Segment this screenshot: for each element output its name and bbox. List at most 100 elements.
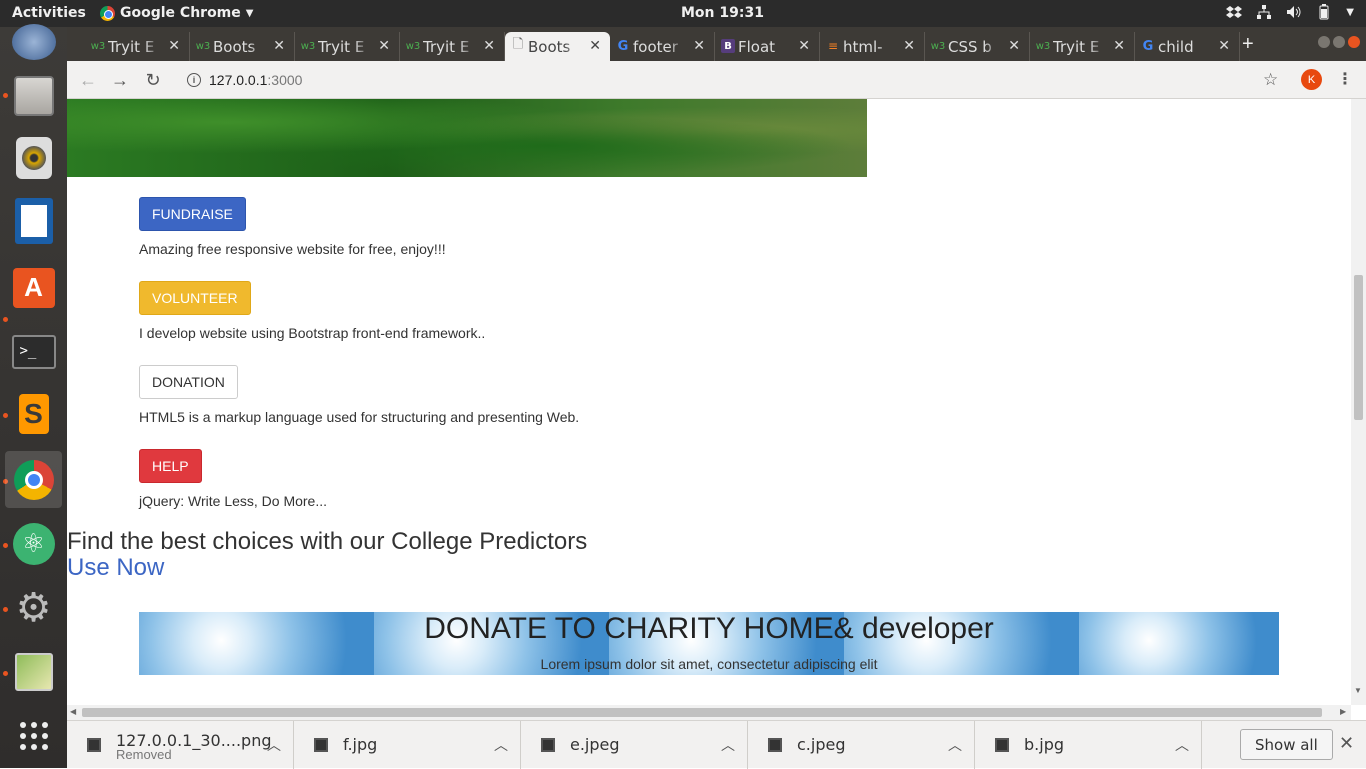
system-tray[interactable]: ▼ bbox=[1226, 4, 1354, 20]
software-center-icon: A bbox=[12, 267, 55, 308]
system-menu-chevron-icon[interactable]: ▼ bbox=[1346, 7, 1354, 18]
reload-icon[interactable]: ↻ bbox=[142, 69, 164, 91]
close-tab-icon[interactable]: ✕ bbox=[1113, 38, 1125, 54]
network-icon[interactable] bbox=[1256, 4, 1272, 20]
download-item[interactable]: e.jpeg ︿ bbox=[521, 721, 748, 769]
app-menu[interactable]: Google Chrome ▼ bbox=[100, 5, 253, 21]
horizontal-scroll-thumb[interactable] bbox=[82, 708, 1322, 717]
tab-title: Tryit E bbox=[1053, 37, 1100, 56]
minimize-icon[interactable] bbox=[1318, 36, 1330, 48]
tab[interactable]: B Float ✕ bbox=[715, 32, 820, 61]
info-icon[interactable]: i bbox=[187, 73, 201, 87]
tab-strip: w3 Tryit E ✕ w3 Boots ✕ w3 Tryit E ✕ w3 Tryit E… bbox=[67, 27, 1366, 61]
address-bar[interactable]: i 127.0.0.1:3000 bbox=[175, 65, 1265, 95]
tab[interactable]: w3 Tryit E ✕ bbox=[400, 32, 505, 61]
download-filename: b.jpg bbox=[1024, 735, 1064, 754]
volunteer-button[interactable]: VOLUNTEER bbox=[139, 281, 251, 315]
close-tab-icon[interactable]: ✕ bbox=[168, 38, 180, 54]
google-icon: G bbox=[617, 38, 629, 54]
tab[interactable]: Gchild ✕ bbox=[1135, 32, 1240, 61]
dock-item-files[interactable] bbox=[5, 67, 62, 124]
tab[interactable]: w3 Boots ✕ bbox=[190, 32, 295, 61]
download-item[interactable]: f.jpg ︿ bbox=[294, 721, 521, 769]
chrome-icon bbox=[13, 459, 54, 500]
download-item[interactable]: b.jpg ︿ bbox=[975, 721, 1202, 769]
close-tab-icon[interactable]: ✕ bbox=[1218, 38, 1230, 54]
app-grid-icon bbox=[19, 721, 48, 750]
fundraise-button[interactable]: FUNDRAISE bbox=[139, 197, 246, 231]
chevron-up-icon[interactable]: ︿ bbox=[721, 735, 735, 755]
vertical-scroll-thumb[interactable] bbox=[1354, 275, 1363, 420]
close-window-icon[interactable] bbox=[1348, 36, 1360, 48]
close-tab-icon[interactable]: ✕ bbox=[589, 38, 601, 54]
browser-toolbar: ← → ↻ i 127.0.0.1:3000 ☆ K ⋮ bbox=[67, 61, 1366, 99]
profile-avatar[interactable]: K bbox=[1301, 69, 1322, 90]
atom-icon: ⚛ bbox=[12, 522, 55, 565]
dock-item-atom[interactable]: ⚛ bbox=[5, 515, 62, 572]
close-tab-icon[interactable]: ✕ bbox=[1008, 38, 1020, 54]
battery-icon[interactable] bbox=[1316, 4, 1332, 20]
gnome-top-bar: Activities Google Chrome ▼ Mon 19:31 ▼ bbox=[0, 0, 1366, 27]
download-item[interactable]: c.jpeg ︿ bbox=[748, 721, 975, 769]
donate-banner: DONATE TO CHARITY HOME& developer Lorem … bbox=[139, 612, 1279, 675]
dock-item-sublime[interactable]: S bbox=[5, 385, 62, 442]
scroll-right-arrow-icon[interactable]: ▶ bbox=[1340, 707, 1346, 716]
volume-icon[interactable] bbox=[1286, 4, 1302, 20]
rhythmbox-icon bbox=[15, 136, 52, 179]
maximize-icon[interactable] bbox=[1333, 36, 1345, 48]
donation-button[interactable]: DONATION bbox=[139, 365, 238, 399]
w3schools-icon: w3 bbox=[405, 40, 421, 52]
show-all-button[interactable]: Show all bbox=[1240, 729, 1333, 760]
use-now-link[interactable]: Use Now bbox=[67, 554, 164, 582]
w3schools-icon: w3 bbox=[930, 40, 946, 52]
back-arrow-icon[interactable]: ← bbox=[77, 69, 99, 91]
bookmark-star-icon[interactable]: ☆ bbox=[1263, 70, 1278, 90]
stackoverflow-icon: ≡ bbox=[827, 39, 839, 53]
forward-arrow-icon[interactable]: → bbox=[109, 69, 131, 91]
dock-item-rhythmbox[interactable] bbox=[5, 129, 62, 186]
close-tab-icon[interactable]: ✕ bbox=[693, 38, 705, 54]
menu-kebab-icon[interactable]: ⋮ bbox=[1337, 69, 1353, 89]
scroll-left-arrow-icon[interactable]: ◀ bbox=[70, 707, 76, 716]
settings-icon: ⚙ bbox=[15, 585, 52, 630]
w3schools-icon: w3 bbox=[90, 40, 106, 52]
dock-item-partial[interactable] bbox=[5, 13, 62, 70]
tab[interactable]: w3 Tryit E ✕ bbox=[295, 32, 400, 61]
close-tab-icon[interactable]: ✕ bbox=[483, 38, 495, 54]
tab[interactable]: Gfooter ✕ bbox=[610, 32, 715, 61]
horizontal-scrollbar[interactable]: ◀ ▶ bbox=[67, 705, 1351, 720]
close-shelf-icon[interactable]: ✕ bbox=[1339, 733, 1354, 754]
window-controls bbox=[1318, 36, 1360, 48]
w3schools-icon: w3 bbox=[195, 40, 211, 52]
close-tab-icon[interactable]: ✕ bbox=[903, 38, 915, 54]
w3schools-icon: w3 bbox=[1035, 40, 1051, 52]
tab[interactable]: w3 CSS b ✕ bbox=[925, 32, 1030, 61]
clock[interactable]: Mon 19:31 bbox=[681, 5, 764, 21]
dock-item-terminal[interactable]: >_ bbox=[5, 323, 62, 380]
vertical-scrollbar[interactable]: ▼ bbox=[1351, 99, 1366, 705]
tab-active[interactable]: 🗋 Boots ✕ bbox=[505, 32, 610, 61]
chevron-up-icon[interactable]: ︿ bbox=[494, 735, 508, 755]
chevron-up-icon[interactable]: ︿ bbox=[948, 735, 962, 755]
tab[interactable]: ≡ html- ✕ bbox=[820, 32, 925, 61]
tab[interactable]: w3 Tryit E ✕ bbox=[1030, 32, 1135, 61]
close-tab-icon[interactable]: ✕ bbox=[378, 38, 390, 54]
dock-item-chrome[interactable] bbox=[5, 451, 62, 508]
help-button[interactable]: HELP bbox=[139, 449, 202, 483]
dropbox-icon[interactable] bbox=[1226, 4, 1243, 20]
download-item[interactable]: 127.0.0.1_30....png Removed ︿ bbox=[67, 721, 294, 769]
tab-title: html- bbox=[843, 37, 883, 56]
dock-item-software[interactable]: A bbox=[5, 259, 62, 316]
close-tab-icon[interactable]: ✕ bbox=[273, 38, 285, 54]
chevron-up-icon[interactable]: ︿ bbox=[1175, 735, 1189, 755]
tab-title: Tryit E bbox=[423, 37, 470, 56]
close-tab-icon[interactable]: ✕ bbox=[798, 38, 810, 54]
dock-item-app-grid[interactable] bbox=[5, 707, 62, 764]
tab[interactable]: w3 Tryit E ✕ bbox=[85, 32, 190, 61]
dock-item-settings[interactable]: ⚙ bbox=[5, 579, 62, 636]
dock-item-image-viewer[interactable] bbox=[5, 643, 62, 700]
chevron-up-icon[interactable]: ︿ bbox=[267, 735, 281, 755]
new-tab-button[interactable]: + bbox=[1242, 33, 1254, 56]
scroll-down-arrow-icon[interactable]: ▼ bbox=[1354, 686, 1362, 695]
dock-item-writer[interactable] bbox=[5, 192, 62, 249]
